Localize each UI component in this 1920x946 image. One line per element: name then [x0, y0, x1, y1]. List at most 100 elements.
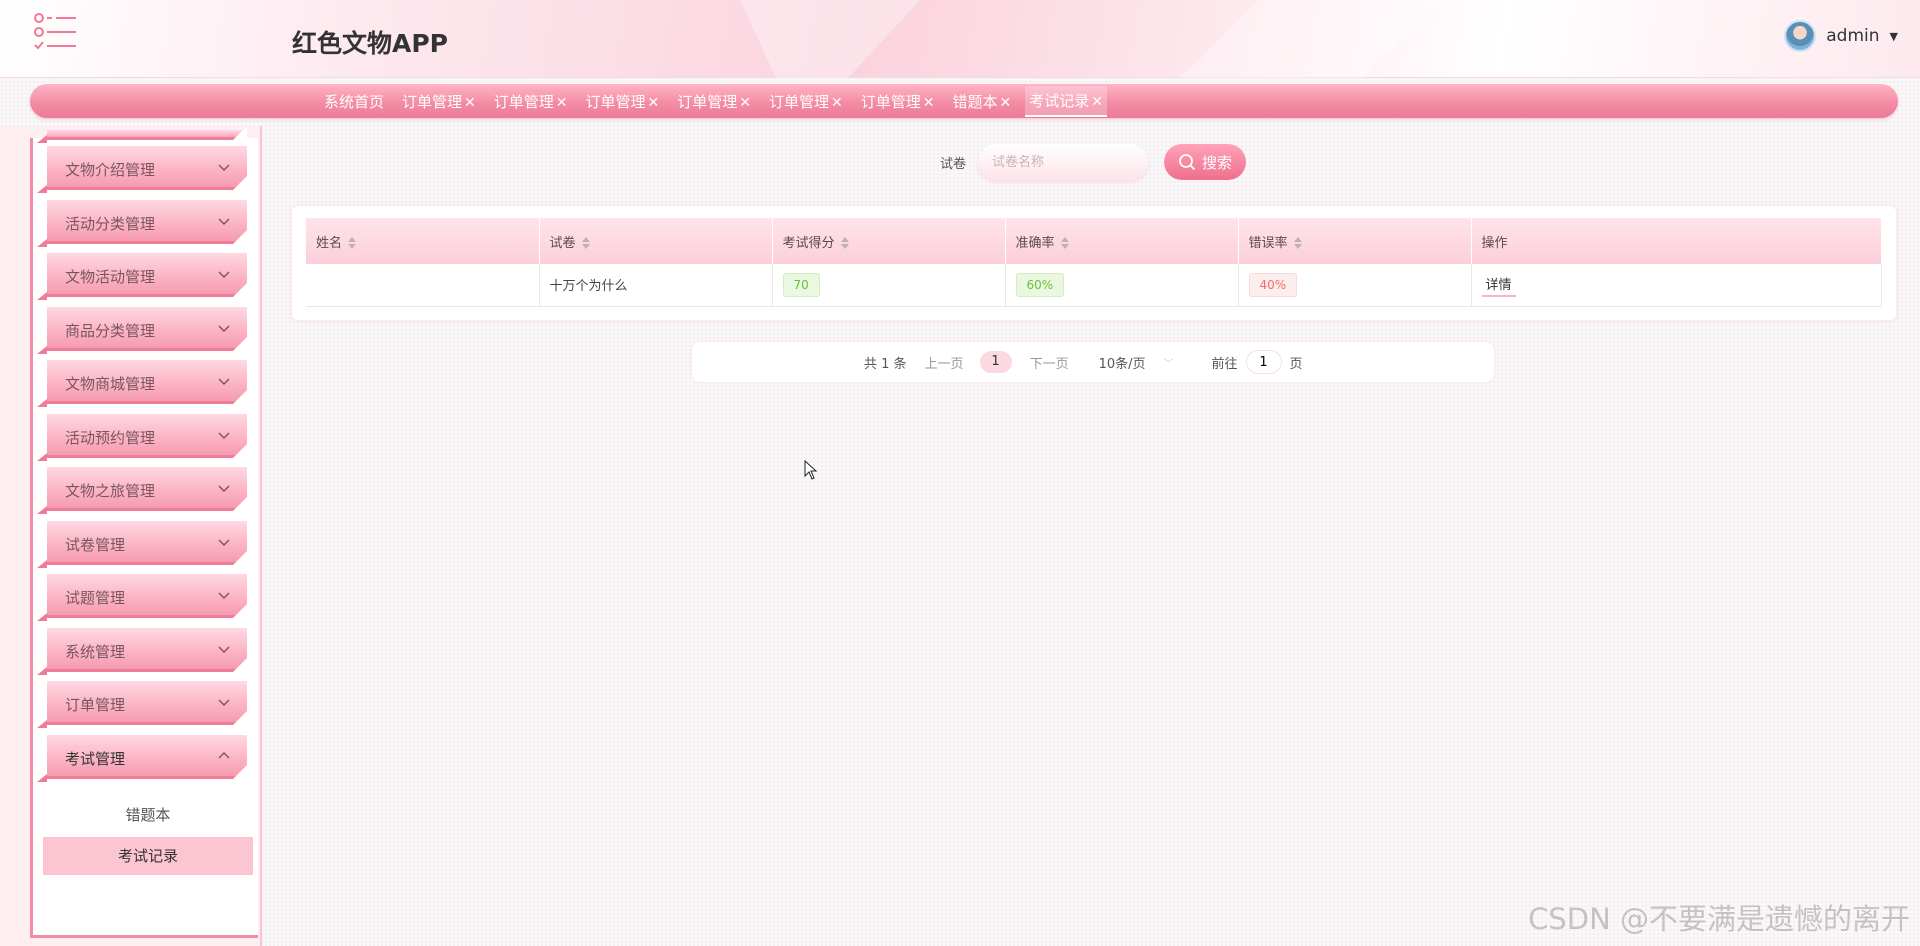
chevron-down-icon — [218, 325, 230, 332]
tab-bar: 系统首页 订单管理 ✕ 订单管理 ✕ 订单管理 ✕ 订单管理 ✕ 订单管理 ✕ 订单管理 ✕ 错题本 ✕ 考试… — [30, 84, 1898, 118]
sidebar-item-label: 试题管理 — [65, 589, 126, 607]
close-icon[interactable]: ✕ — [831, 95, 843, 111]
exam-records-table-card: 姓名 试卷 考试得分 准确率 错误率 操作 十万个为什么 70 60% 40% … — [292, 206, 1896, 320]
goto-page-input[interactable] — [1245, 350, 1282, 374]
sidebar-item-4[interactable]: 文物商城管理 — [37, 360, 247, 407]
sidebar-item-label: 文物介绍管理 — [65, 161, 156, 179]
sidebar: 文物介绍管理活动分类管理文物活动管理 商品分类管理 文物商城管理 活动预约管理 文物之旅… — [0, 126, 262, 946]
search-button[interactable]: 搜索 — [1164, 144, 1246, 180]
col-header-error-rate[interactable]: 错误率 — [1238, 218, 1472, 264]
chevron-down-icon — [218, 432, 230, 439]
score-tag: 70 — [782, 272, 820, 297]
sidebar-item-label: 活动预约管理 — [65, 428, 156, 447]
tab-list: 系统首页 订单管理 ✕ 订单管理 ✕ 订单管理 ✕ 订单管理 ✕ 订单管理 ✕ 订单管理 ✕ 错题本 ✕ 考试… — [320, 84, 1108, 118]
submenu-item-1[interactable]: 考试记录 — [43, 837, 253, 875]
app-title: 红色文物APP — [292, 29, 448, 58]
sidebar-item-scrolled — [37, 126, 247, 143]
close-icon[interactable]: ✕ — [1000, 95, 1012, 111]
tab-2[interactable]: 订单管理 ✕ — [490, 87, 572, 116]
sidebar-item-10[interactable]: 订单管理 — [37, 681, 247, 728]
tab-label: 订单管理 — [860, 92, 921, 111]
sidebar-item-label: 文物之旅管理 — [65, 482, 156, 500]
col-header-paper[interactable]: 试卷 — [539, 218, 773, 264]
tab-label: 订单管理 — [493, 92, 554, 111]
tab-label: 系统首页 — [324, 92, 385, 111]
detail-button[interactable]: 详情 — [1481, 272, 1516, 298]
tab-label: 错题本 — [952, 92, 998, 111]
sidebar-item-2[interactable]: 文物活动管理 — [37, 253, 247, 300]
close-icon[interactable]: ✕ — [464, 95, 476, 111]
tab-3[interactable]: 订单管理 ✕ — [582, 87, 664, 116]
sidebar-item-label: 订单管理 — [65, 696, 126, 714]
chevron-down-icon — [218, 592, 230, 599]
col-header-accuracy[interactable]: 准确率 — [1005, 218, 1239, 264]
top-header: 红色文物APP admin ▼ — [0, 0, 1920, 78]
close-icon[interactable]: ✕ — [739, 95, 751, 111]
sidebar-item-3[interactable]: 商品分类管理 — [37, 306, 247, 354]
chevron-up-icon — [218, 751, 230, 758]
user-avatar-icon — [1784, 20, 1817, 52]
submenu-item-0[interactable]: 错题本 — [43, 796, 253, 834]
search-icon — [1179, 154, 1196, 171]
search-label: 试卷 — [940, 157, 967, 172]
sidebar-item-6[interactable]: 文物之旅管理 — [37, 467, 247, 514]
tab-0[interactable]: 系统首页 — [320, 87, 388, 116]
tab-4[interactable]: 订单管理 ✕ — [673, 87, 755, 116]
sort-icon[interactable] — [840, 237, 849, 249]
tab-label: 订单管理 — [769, 92, 830, 111]
sidebar-item-label: 商品分类管理 — [65, 321, 156, 340]
tab-6[interactable]: 订单管理 ✕ — [857, 87, 939, 116]
error-rate-tag: 40% — [1248, 272, 1298, 297]
sort-icon[interactable] — [348, 237, 357, 249]
watermark: CSDN @不要满是遗憾的离开 — [1528, 902, 1910, 936]
table-row: 十万个为什么 70 60% 40% 详情 — [306, 264, 1882, 307]
sidebar-menu: 文物介绍管理活动分类管理文物活动管理 商品分类管理 文物商城管理 活动预约管理 文物之旅… — [30, 126, 258, 938]
chevron-down-icon — [218, 539, 230, 546]
chevron-down-icon — [218, 164, 230, 171]
sort-icon[interactable] — [1060, 237, 1069, 249]
cell-score: 70 — [772, 264, 1006, 307]
cell-error-rate: 40% — [1238, 264, 1472, 307]
sidebar-item-1[interactable]: 活动分类管理 — [37, 199, 247, 247]
sidebar-item-7[interactable]: 试卷管理 — [37, 520, 247, 568]
sidebar-item-0[interactable]: 文物介绍管理 — [37, 146, 247, 193]
tab-7[interactable]: 错题本 ✕ — [949, 87, 1016, 116]
close-icon[interactable]: ✕ — [648, 95, 660, 111]
sidebar-item-9[interactable]: 系统管理 — [37, 627, 247, 675]
sidebar-item-label: 文物活动管理 — [65, 268, 156, 286]
chevron-down-icon — [218, 485, 230, 492]
sidebar-item-label: 试卷管理 — [65, 535, 126, 554]
user-menu[interactable]: admin ▼ — [1784, 20, 1898, 52]
sidebar-item-8[interactable]: 试题管理 — [37, 574, 247, 621]
page-size-select[interactable]: 10条/页 ﹀ — [1099, 353, 1174, 372]
next-page-button[interactable]: 下一页 — [1030, 353, 1069, 372]
page-number-1[interactable]: 1 — [979, 351, 1012, 373]
chevron-down-icon — [218, 646, 230, 653]
goto-label: 前往 — [1211, 356, 1238, 372]
page-size-value: 10条/页 — [1098, 356, 1146, 372]
close-icon[interactable]: ✕ — [556, 95, 568, 111]
paper-name-search-input[interactable] — [978, 144, 1148, 180]
tab-label: 订单管理 — [585, 92, 646, 111]
sidebar-item-5[interactable]: 活动预约管理 — [37, 413, 247, 461]
menu-list-icon[interactable] — [30, 12, 82, 54]
sort-icon[interactable] — [1293, 237, 1302, 249]
col-header-score[interactable]: 考试得分 — [772, 218, 1006, 264]
tab-1[interactable]: 订单管理 ✕ — [398, 87, 480, 116]
chevron-down-icon: ﹀ — [1163, 358, 1174, 370]
search-button-label: 搜索 — [1201, 154, 1232, 172]
prev-page-button[interactable]: 上一页 — [925, 353, 964, 372]
sidebar-item-label: 文物商城管理 — [65, 375, 156, 393]
header-decoration — [1180, 0, 1440, 78]
tab-5[interactable]: 订单管理 ✕ — [765, 87, 847, 116]
accuracy-tag: 60% — [1015, 272, 1065, 297]
tab-8[interactable]: 考试记录 ✕ — [1025, 85, 1108, 117]
sidebar-item-11[interactable]: 考试管理 — [37, 734, 247, 782]
header-decoration — [740, 0, 920, 78]
sort-icon[interactable] — [581, 237, 590, 249]
cell-paper: 十万个为什么 — [539, 264, 773, 307]
pagination-total: 共 1 条 — [864, 356, 907, 372]
close-icon[interactable]: ✕ — [1091, 94, 1103, 110]
col-header-name[interactable]: 姓名 — [306, 218, 540, 264]
close-icon[interactable]: ✕ — [923, 95, 935, 111]
